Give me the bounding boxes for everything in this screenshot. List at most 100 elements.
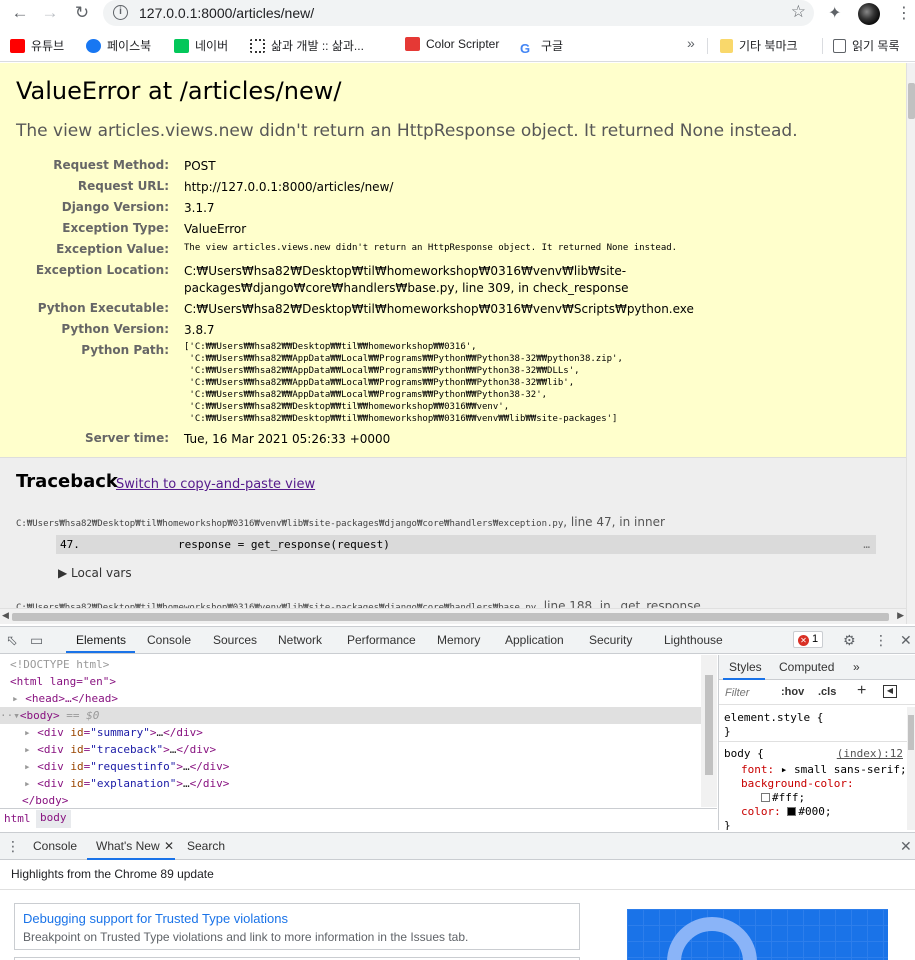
- expand-context-button[interactable]: …: [863, 535, 870, 554]
- drawer-tab-console[interactable]: Console: [33, 839, 77, 853]
- bookmark-blog[interactable]: 삶과 개발 :: 삶과...: [250, 37, 364, 54]
- dom-div-explanation[interactable]: ▸ <div id="explanation">…</div>: [24, 775, 725, 792]
- reading-list[interactable]: 읽기 목록: [833, 37, 900, 54]
- hov-toggle[interactable]: :hov: [781, 686, 804, 698]
- switch-to-copy-paste-link[interactable]: Switch to copy-and-paste view: [116, 477, 315, 492]
- elements-scrollbar[interactable]: [701, 655, 717, 807]
- scrollbar-thumb[interactable]: [908, 83, 915, 119]
- address-bar[interactable]: i 127.0.0.1:8000/articles/new/ ☆: [103, 0, 814, 26]
- dom-html[interactable]: <html lang="en">: [10, 673, 711, 690]
- background-color-declaration[interactable]: background-color:: [741, 777, 854, 790]
- prop-value: small sans-serif;: [794, 763, 907, 776]
- error-summary: ValueError at /articles/new/ The view ar…: [0, 63, 906, 458]
- close-drawer-icon[interactable]: ✕: [900, 838, 912, 855]
- font-declaration[interactable]: font: ▸ small sans-serif;: [741, 763, 907, 776]
- bookmark-youtube[interactable]: 유튜브: [10, 37, 64, 54]
- crumb-body[interactable]: body: [36, 810, 71, 828]
- bookmark-naver[interactable]: 네이버: [174, 37, 228, 54]
- card-title-link[interactable]: Debugging support for Trusted Type viola…: [23, 911, 288, 926]
- tab-lighthouse[interactable]: Lighthouse: [664, 633, 723, 647]
- bookmark-color-scripter[interactable]: Color Scripter: [405, 37, 499, 51]
- more-tabs-icon[interactable]: »: [853, 660, 860, 674]
- device-toolbar-icon[interactable]: ▭: [30, 632, 43, 649]
- settings-gear-icon[interactable]: ⚙: [843, 632, 856, 649]
- dom-div-requestinfo[interactable]: ▸ <div id="requestinfo">…</div>: [24, 758, 725, 775]
- dom-head[interactable]: ▸ <head>…</head>: [12, 690, 713, 707]
- toggle-sidebar-icon[interactable]: ◀: [883, 685, 897, 698]
- card-description: Breakpoint on Trusted Type violations an…: [23, 930, 469, 944]
- styles-scrollbar[interactable]: [907, 707, 915, 830]
- tab-application[interactable]: Application: [505, 633, 564, 647]
- reload-icon[interactable]: ↻: [70, 2, 94, 26]
- error-count-badge[interactable]: ✕ 1: [793, 631, 824, 648]
- collapse-triangle-icon[interactable]: ▾: [13, 709, 20, 722]
- tab-security[interactable]: Security: [589, 633, 632, 647]
- browser-menu-icon[interactable]: ⋮: [896, 3, 912, 23]
- traceback-code-line[interactable]: 47. response = get_response(request) …: [56, 535, 876, 554]
- back-arrow-icon[interactable]: ←: [8, 2, 32, 26]
- dom-body-selected[interactable]: ··▾<body> == $0: [0, 707, 701, 724]
- more-bookmarks-icon[interactable]: »: [687, 35, 695, 51]
- meta-value: 3.8.7: [184, 323, 215, 337]
- inspect-element-icon[interactable]: ⬁: [6, 632, 18, 649]
- forward-arrow-icon[interactable]: →: [38, 2, 62, 26]
- close-tab-icon[interactable]: ✕: [164, 839, 174, 853]
- expand-triangle-icon[interactable]: ▸: [781, 763, 788, 776]
- brace: }: [724, 725, 731, 738]
- tab-elements[interactable]: Elements: [76, 633, 126, 647]
- extensions-puzzle-icon[interactable]: ✦: [828, 3, 841, 23]
- scroll-left-arrow-icon[interactable]: ◀: [2, 610, 9, 621]
- expand-triangle-icon[interactable]: ▸: [12, 692, 25, 705]
- devtools-menu-icon[interactable]: ⋮: [874, 632, 888, 649]
- background-color-value[interactable]: #fff;: [761, 791, 805, 804]
- tab-styles[interactable]: Styles: [729, 660, 762, 674]
- expand-triangle-icon[interactable]: ▸: [24, 777, 37, 790]
- cls-toggle[interactable]: .cls: [818, 686, 836, 698]
- color-declaration[interactable]: color: #000;: [741, 805, 832, 818]
- dom-breadcrumbs: html body: [0, 808, 717, 830]
- site-info-icon[interactable]: i: [113, 5, 128, 20]
- source-link[interactable]: (index):12: [837, 747, 903, 760]
- white-color-swatch[interactable]: [761, 793, 770, 802]
- drawer-tab-whats-new[interactable]: What's New: [96, 839, 160, 853]
- meta-value: ['C:₩₩Users₩₩hsa82₩₩Desktop₩₩til₩₩homewo…: [184, 342, 623, 424]
- whats-new-card[interactable]: Debugging support for Trusted Type viola…: [14, 903, 580, 950]
- styles-filter-input[interactable]: [725, 685, 775, 701]
- black-color-swatch[interactable]: [787, 807, 797, 816]
- tab-network[interactable]: Network: [278, 633, 322, 647]
- expand-triangle-icon[interactable]: ▸: [24, 743, 37, 756]
- page-horizontal-scrollbar[interactable]: ◀ ▶: [0, 608, 906, 624]
- tab-console[interactable]: Console: [147, 633, 191, 647]
- dom-doctype[interactable]: <!DOCTYPE html>: [10, 656, 711, 673]
- profile-avatar[interactable]: [858, 3, 880, 25]
- dom-div-traceback[interactable]: ▸ <div id="traceback">…</div>: [24, 741, 725, 758]
- tab-sources[interactable]: Sources: [213, 633, 257, 647]
- expand-triangle-icon[interactable]: ▸: [24, 726, 37, 739]
- scrollbar-thumb[interactable]: [12, 613, 889, 621]
- new-rule-plus-icon[interactable]: +: [857, 682, 866, 700]
- color-scripter-icon: [405, 37, 420, 51]
- close-devtools-icon[interactable]: ✕: [900, 632, 912, 649]
- tab-memory[interactable]: Memory: [437, 633, 480, 647]
- line-number: 47.: [60, 538, 80, 551]
- scrollbar-thumb[interactable]: [705, 675, 713, 775]
- tab-performance[interactable]: Performance: [347, 633, 416, 647]
- other-bookmarks[interactable]: 기타 북마크: [720, 37, 798, 54]
- drawer-menu-icon[interactable]: ⋮: [6, 838, 20, 855]
- expand-triangle-icon[interactable]: ▸: [24, 760, 37, 773]
- drawer-tab-search[interactable]: Search: [187, 839, 225, 853]
- bookmark-google[interactable]: G 구글: [520, 37, 563, 56]
- element-style-rule[interactable]: element.style {: [724, 711, 823, 724]
- dom-div-summary[interactable]: ▸ <div id="summary">…</div>: [24, 724, 725, 741]
- crumb-html[interactable]: html: [0, 812, 35, 825]
- dom-body-close[interactable]: </body>: [22, 792, 723, 809]
- page-vertical-scrollbar[interactable]: [906, 63, 915, 624]
- body-rule-selector[interactable]: body {: [724, 747, 764, 760]
- scroll-right-arrow-icon[interactable]: ▶: [897, 610, 904, 621]
- tab-computed[interactable]: Computed: [779, 660, 834, 674]
- google-icon: G: [520, 41, 531, 56]
- bookmark-facebook[interactable]: 페이스북: [86, 37, 151, 54]
- bookmark-star-icon[interactable]: ☆: [791, 2, 806, 22]
- scrollbar-thumb[interactable]: [908, 715, 914, 750]
- local-vars-toggle[interactable]: ▶ Local vars: [58, 566, 132, 580]
